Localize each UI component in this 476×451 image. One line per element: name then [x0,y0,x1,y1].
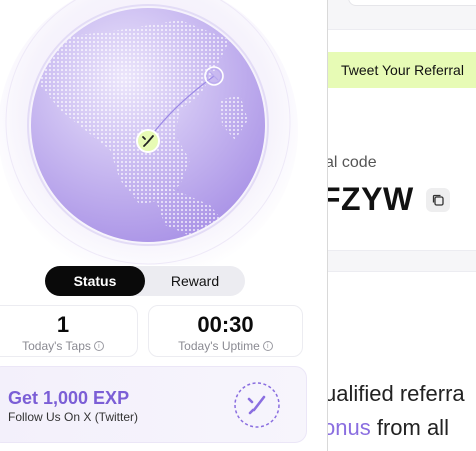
follow-x-exp-card[interactable]: Get 1,000 EXP Follow Us On X (Twitter) [0,366,307,443]
exp-card-subtitle: Follow Us On X (Twitter) [8,410,139,424]
info-icon[interactable]: i [262,341,273,351]
bonus-text-rest: from all [370,415,449,440]
uptime-label-row: Today's Uptime i [149,339,302,353]
taps-label-row: Today's Taps i [0,339,137,353]
tab-reward[interactable]: Reward [145,266,245,296]
referral-panel: Tweet Your Referral al code FZYW ualifie… [328,0,476,451]
referral-code-label: al code [328,154,377,171]
taps-label: Today's Taps [22,339,91,353]
taps-card: 1 Today's Taps i [0,305,138,357]
top-strip [328,0,476,30]
x-logo-badge-icon [234,382,280,428]
taps-value: 1 [56,312,70,337]
bonus-text-line: onus from all [328,415,449,441]
bonus-text-accent: onus [328,415,371,440]
tab-status[interactable]: Status [45,266,145,296]
globe-icon [0,0,298,265]
qualified-referral-text: ualified referra [328,381,465,406]
uptime-label: Today's Uptime [178,339,260,353]
copy-icon [432,194,444,206]
top-field[interactable] [348,0,476,6]
status-panel: Status Reward 1 Today's Taps i 00:30 Tod… [0,0,327,451]
copy-button[interactable] [426,188,450,212]
info-icon[interactable]: i [93,341,104,351]
section-separator [328,250,476,272]
tweet-referral-button[interactable]: Tweet Your Referral [328,52,476,88]
exp-card-title: Get 1,000 EXP [8,388,130,408]
globe-visual [0,0,327,265]
status-reward-toggle[interactable]: Status Reward [45,266,245,296]
uptime-card: 00:30 Today's Uptime i [148,305,303,357]
uptime-value: 00:30 [197,312,254,337]
referral-code-value: FZYW [328,181,414,217]
